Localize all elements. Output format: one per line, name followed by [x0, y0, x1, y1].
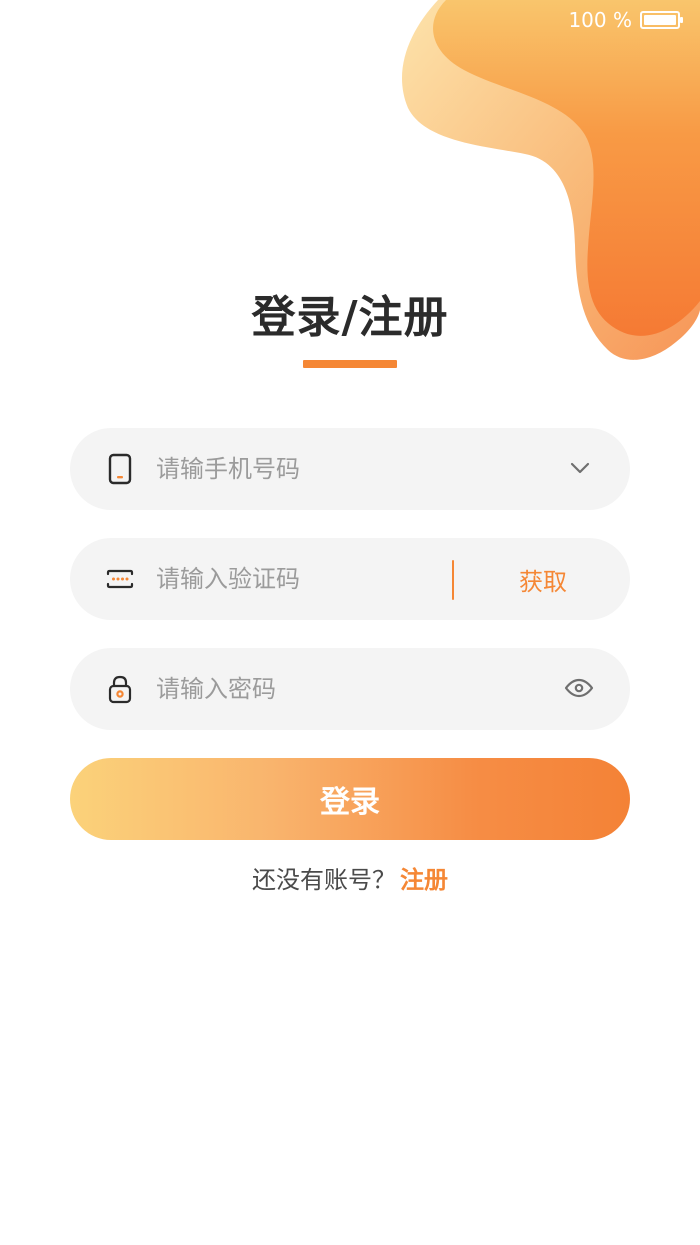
title-section: 登录/注册 [0, 290, 700, 368]
page-title: 登录/注册 [251, 292, 449, 343]
login-screen: 100 % 登录/注册 请输手机号码 请输入验证码 获取 登录 还没有账号？ 注… [0, 0, 700, 1245]
title-underline [303, 360, 397, 368]
status-bar: 100 % [568, 8, 684, 32]
eye-icon[interactable] [564, 676, 594, 700]
chevron-down-icon[interactable] [568, 456, 592, 480]
login-button[interactable]: 登录 [70, 758, 630, 840]
verification-code-icon [104, 563, 136, 595]
phone-input[interactable] [156, 446, 536, 492]
verification-code-input[interactable] [156, 556, 436, 602]
password-input[interactable] [156, 666, 536, 712]
phone-icon [104, 453, 136, 485]
register-link[interactable]: 注册 [400, 866, 448, 894]
code-divider [452, 560, 454, 600]
phone-field [70, 428, 630, 510]
battery-icon [640, 11, 683, 29]
verification-code-field: 获取 [70, 538, 630, 620]
get-code-button[interactable]: 获取 [478, 556, 608, 602]
blob-front-shape [433, 0, 700, 336]
register-prompt: 还没有账号？ [252, 866, 396, 894]
register-row: 还没有账号？ 注册 [0, 862, 700, 898]
lock-icon [104, 673, 136, 705]
battery-percentage: 100 % [568, 8, 632, 32]
password-field [70, 648, 630, 730]
